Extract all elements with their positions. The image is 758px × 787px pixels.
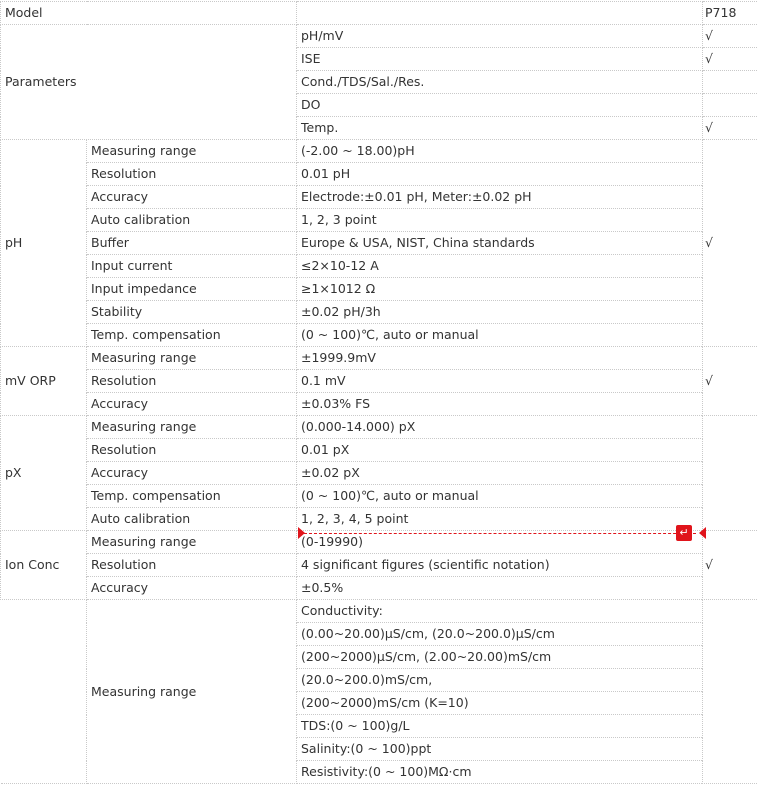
spec-row: Temp. compensation (0 ~ 100)℃, auto or m…: [1, 323, 758, 347]
spec-row: Temp. compensation (0 ~ 100)℃, auto or m…: [1, 484, 758, 508]
ion-section-mark: √: [702, 530, 758, 600]
ph-section-mark: √: [702, 139, 758, 347]
spec-table: Model P718 Parameters pH/mV √ ISE √ Cond…: [0, 1, 758, 784]
parameters-label: Parameters: [0, 24, 297, 140]
orp-section-mark: √: [702, 346, 758, 416]
ph-section-label: pH: [0, 139, 87, 347]
spec-name: Buffer: [86, 231, 297, 255]
cond-section-label: [0, 599, 87, 784]
px-section-mark: [702, 415, 758, 531]
spec-row: Measuring range Conductivity:: [0, 599, 758, 784]
orp-section-label: mV ORP: [0, 346, 87, 416]
spec-value: (0.000-14.000) pX: [296, 415, 703, 439]
spec-row: Auto calibration 1, 2, 3, 4, 5 point: [1, 507, 758, 531]
cond-section-mark: [702, 599, 758, 784]
spec-value: 4 significant figures (scientific notati…: [296, 553, 703, 577]
spec-row: Accuracy ±0.5%: [1, 576, 758, 600]
spec-value: ±1999.9mV: [296, 346, 703, 370]
spec-row: Accuracy ±0.02 pX: [1, 461, 758, 485]
spec-value: ≤2×10-12 A: [296, 254, 703, 278]
cond-value-line: Conductivity:: [296, 599, 703, 623]
spec-row: Input current ≤2×10-12 A: [1, 254, 758, 278]
spec-name: Input current: [86, 254, 297, 278]
cond-value-line: (0.00~20.00)μS/cm, (20.0~200.0)μS/cm: [296, 622, 703, 646]
spec-value: 0.1 mV: [296, 369, 703, 393]
spec-value: (0 ~ 100)℃, auto or manual: [296, 484, 703, 508]
spec-name: Auto calibration: [86, 507, 297, 531]
cond-value-line: (200~2000)mS/cm (K=10): [296, 691, 703, 715]
spec-value: ≥1×1012 Ω: [296, 277, 703, 301]
spec-value: ±0.5%: [296, 576, 703, 600]
model-value: P718: [702, 1, 758, 25]
parameter-value: Temp.: [296, 116, 703, 140]
spec-name: Accuracy: [86, 576, 297, 600]
spec-name: Resolution: [86, 438, 297, 462]
cond-value-line: Salinity:(0 ~ 100)ppt: [296, 737, 703, 761]
cond-spec-name: Measuring range: [86, 599, 297, 784]
spec-value: (-2.00 ~ 18.00)pH: [296, 139, 703, 163]
spec-row: Stability ±0.02 pH/3h: [1, 300, 758, 324]
parameter-mark: √: [702, 24, 758, 48]
spec-value: (0 ~ 100)℃, auto or manual: [296, 323, 703, 347]
cond-value-line: (200~2000)μS/cm, (2.00~20.00)mS/cm: [296, 645, 703, 669]
spec-name: Accuracy: [86, 461, 297, 485]
spec-name: Accuracy: [86, 185, 297, 209]
spec-row: Resolution 0.1 mV: [1, 369, 758, 393]
spec-name: Input impedance: [86, 277, 297, 301]
spec-value: ±0.03% FS: [296, 392, 703, 416]
spec-name: Resolution: [86, 553, 297, 577]
model-empty-cell: [296, 1, 703, 25]
spec-name: Temp. compensation: [86, 484, 297, 508]
spec-row: mV ORP Measuring range ±1999.9mV √: [0, 346, 758, 416]
spec-value: 1, 2, 3, 4, 5 point: [296, 507, 703, 531]
cond-value-line: Resistivity:(0 ~ 100)MΩ·cm: [296, 760, 703, 784]
spec-name: Auto calibration: [86, 208, 297, 232]
parameter-value: Cond./TDS/Sal./Res.: [296, 70, 703, 94]
spec-row: Accuracy ±0.03% FS: [1, 392, 758, 416]
spec-name: Measuring range: [86, 415, 297, 439]
parameter-mark: [702, 70, 758, 94]
spec-value: 0.01 pX: [296, 438, 703, 462]
spec-row: Resolution 4 significant figures (scient…: [1, 553, 758, 577]
spec-row: Input impedance ≥1×1012 Ω: [1, 277, 758, 301]
spec-name: Measuring range: [86, 530, 297, 554]
spec-value: Europe & USA, NIST, China standards: [296, 231, 703, 255]
spec-value: 0.01 pH: [296, 162, 703, 186]
spec-name: Measuring range: [86, 346, 297, 370]
cond-value-line: TDS:(0 ~ 100)g/L: [296, 714, 703, 738]
spec-row: Ion Conc Measuring range (0-19990) √: [0, 530, 758, 600]
parameter-mark: [702, 93, 758, 117]
spec-row: pH Measuring range (-2.00 ~ 18.00)pH √: [0, 139, 758, 347]
ion-section-label: Ion Conc: [0, 530, 87, 600]
spec-value: 1, 2, 3 point: [296, 208, 703, 232]
spec-value: ±0.02 pH/3h: [296, 300, 703, 324]
spec-name: Resolution: [86, 162, 297, 186]
spec-row: Buffer Europe & USA, NIST, China standar…: [1, 231, 758, 255]
spec-name: Accuracy: [86, 392, 297, 416]
spec-value: ±0.02 pX: [296, 461, 703, 485]
model-row: Model P718: [0, 1, 758, 25]
spec-name: Temp. compensation: [86, 323, 297, 347]
parameter-value: pH/mV: [296, 24, 703, 48]
parameter-row: Parameters pH/mV √: [0, 24, 758, 140]
spec-value: Electrode:±0.01 pH, Meter:±0.02 pH: [296, 185, 703, 209]
spec-row: Resolution 0.01 pX: [1, 438, 758, 462]
spec-row: Auto calibration 1, 2, 3 point: [1, 208, 758, 232]
spec-row: Accuracy Electrode:±0.01 pH, Meter:±0.02…: [1, 185, 758, 209]
spec-name: Resolution: [86, 369, 297, 393]
spec-name: Measuring range: [86, 139, 297, 163]
spec-row: Resolution 0.01 pH: [1, 162, 758, 186]
model-label: Model: [0, 1, 297, 25]
spec-name: Stability: [86, 300, 297, 324]
spec-value: (0-19990): [296, 530, 703, 554]
parameter-mark: √: [702, 47, 758, 71]
px-section-label: pX: [0, 415, 87, 531]
parameter-value: ISE: [296, 47, 703, 71]
parameter-value: DO: [296, 93, 703, 117]
parameter-mark: √: [702, 116, 758, 140]
spec-row: pX Measuring range (0.000-14.000) pX: [0, 415, 758, 531]
cond-value-line: (20.0~200.0)mS/cm,: [296, 668, 703, 692]
